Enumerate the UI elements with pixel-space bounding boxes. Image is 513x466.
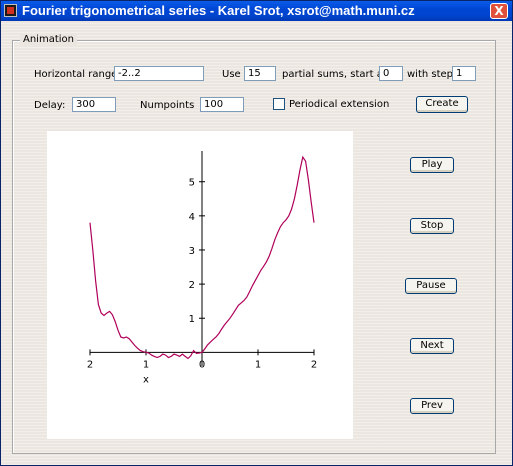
- step-input[interactable]: 1: [452, 66, 476, 81]
- y-tick-label: 5: [189, 178, 195, 189]
- app-icon: [4, 4, 17, 17]
- x-tick-label: 1: [143, 359, 149, 370]
- numpoints-label: Numpoints: [140, 100, 195, 111]
- plot-area: 2 1 0 1 2 1 2 3 4 5 x: [47, 131, 353, 439]
- close-button[interactable]: X: [490, 3, 508, 19]
- x-tick-label: 2: [311, 359, 317, 370]
- delay-label: Delay:: [34, 100, 66, 111]
- y-ticks: 1 2 3 4 5: [189, 178, 205, 325]
- pause-button[interactable]: Pause: [405, 278, 457, 294]
- next-button[interactable]: Next: [410, 338, 454, 354]
- with-step-label: with step: [407, 69, 454, 80]
- periodical-extension-label[interactable]: Periodical extension: [289, 99, 389, 110]
- horizontal-range-label: Horizontal range:: [34, 69, 121, 80]
- partial-sums-count-input[interactable]: 15: [244, 66, 276, 81]
- y-tick-label: 3: [189, 246, 195, 257]
- x-axis-label: x: [143, 374, 149, 385]
- create-button[interactable]: Create: [416, 96, 468, 113]
- delay-input[interactable]: 300: [72, 97, 116, 112]
- play-button[interactable]: Play: [410, 157, 454, 173]
- horizontal-range-input[interactable]: -2..2: [114, 66, 204, 81]
- prev-button[interactable]: Prev: [410, 398, 454, 414]
- y-tick-label: 4: [189, 212, 195, 223]
- animation-group-label: Animation: [20, 34, 77, 45]
- y-tick-label: 1: [189, 314, 195, 325]
- fourier-plot: 2 1 0 1 2 1 2 3 4 5 x: [87, 151, 317, 385]
- x-tick-label: 1: [255, 359, 261, 370]
- x-tick-label: 2: [87, 359, 93, 370]
- stop-button[interactable]: Stop: [410, 218, 454, 234]
- numpoints-input[interactable]: 100: [200, 97, 244, 112]
- periodical-extension-checkbox[interactable]: [273, 98, 285, 110]
- window-title: Fourier trigonometrical series - Karel S…: [22, 3, 415, 18]
- start-at-input[interactable]: 0: [379, 66, 403, 81]
- partial-sums-label: partial sums, start at: [282, 69, 387, 80]
- title-bar[interactable]: Fourier trigonometrical series - Karel S…: [1, 1, 512, 21]
- x-tick-label: 0: [199, 359, 205, 370]
- use-label: Use: [222, 69, 241, 80]
- y-tick-label: 2: [189, 280, 195, 291]
